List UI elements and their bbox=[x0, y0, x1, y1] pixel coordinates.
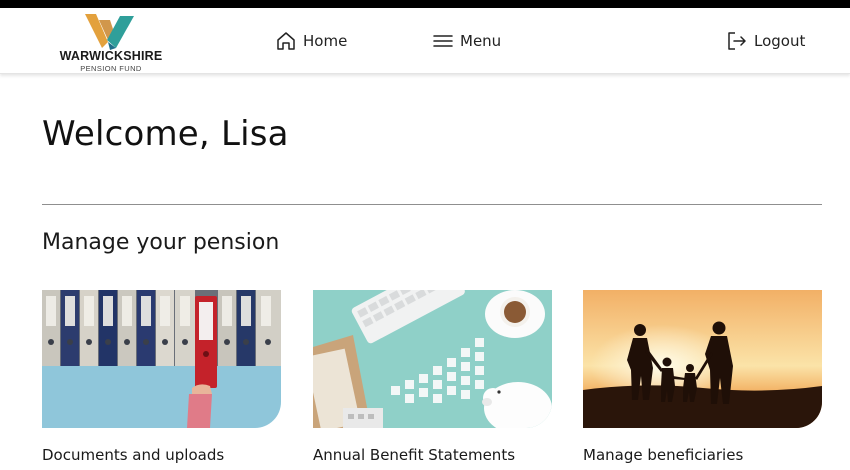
card-manage-beneficiaries[interactable]: Manage beneficiaries bbox=[583, 290, 822, 464]
page: WARWICKSHIRE PENSION FUND Home Menu Logo… bbox=[0, 8, 850, 470]
top-header: WARWICKSHIRE PENSION FUND Home Menu Logo… bbox=[0, 8, 850, 74]
nav-home[interactable]: Home bbox=[275, 29, 347, 53]
logo-mark-icon bbox=[85, 14, 134, 50]
logo-text: WARWICKSHIRE bbox=[59, 49, 163, 63]
card-title: Manage beneficiaries bbox=[583, 446, 744, 464]
card-documents-uploads[interactable]: Documents and uploads bbox=[42, 290, 281, 464]
section-title: Manage your pension bbox=[42, 230, 280, 255]
logout-icon bbox=[728, 32, 746, 50]
nav-logout-label: Logout bbox=[754, 32, 806, 50]
home-icon bbox=[277, 32, 295, 50]
card-title: Annual Benefit Statements bbox=[313, 446, 516, 464]
hamburger-icon bbox=[433, 35, 453, 47]
brand-logo[interactable]: WARWICKSHIRE PENSION FUND bbox=[52, 10, 170, 73]
logo-subtitle: PENSION FUND bbox=[80, 64, 142, 73]
family-sunset-photo bbox=[583, 290, 822, 428]
nav-home-label: Home bbox=[303, 32, 348, 50]
desk-piggybank-photo bbox=[313, 290, 552, 428]
divider bbox=[42, 204, 822, 205]
binders-photo bbox=[42, 290, 281, 428]
nav-logout[interactable]: Logout bbox=[726, 29, 805, 53]
card-title: Documents and uploads bbox=[42, 446, 225, 464]
welcome-heading: Welcome, Lisa bbox=[42, 114, 289, 154]
card-annual-benefit-statements[interactable]: Annual Benefit Statements bbox=[313, 290, 552, 464]
nav-menu-label: Menu bbox=[460, 32, 502, 50]
nav-menu[interactable]: Menu bbox=[432, 29, 501, 53]
